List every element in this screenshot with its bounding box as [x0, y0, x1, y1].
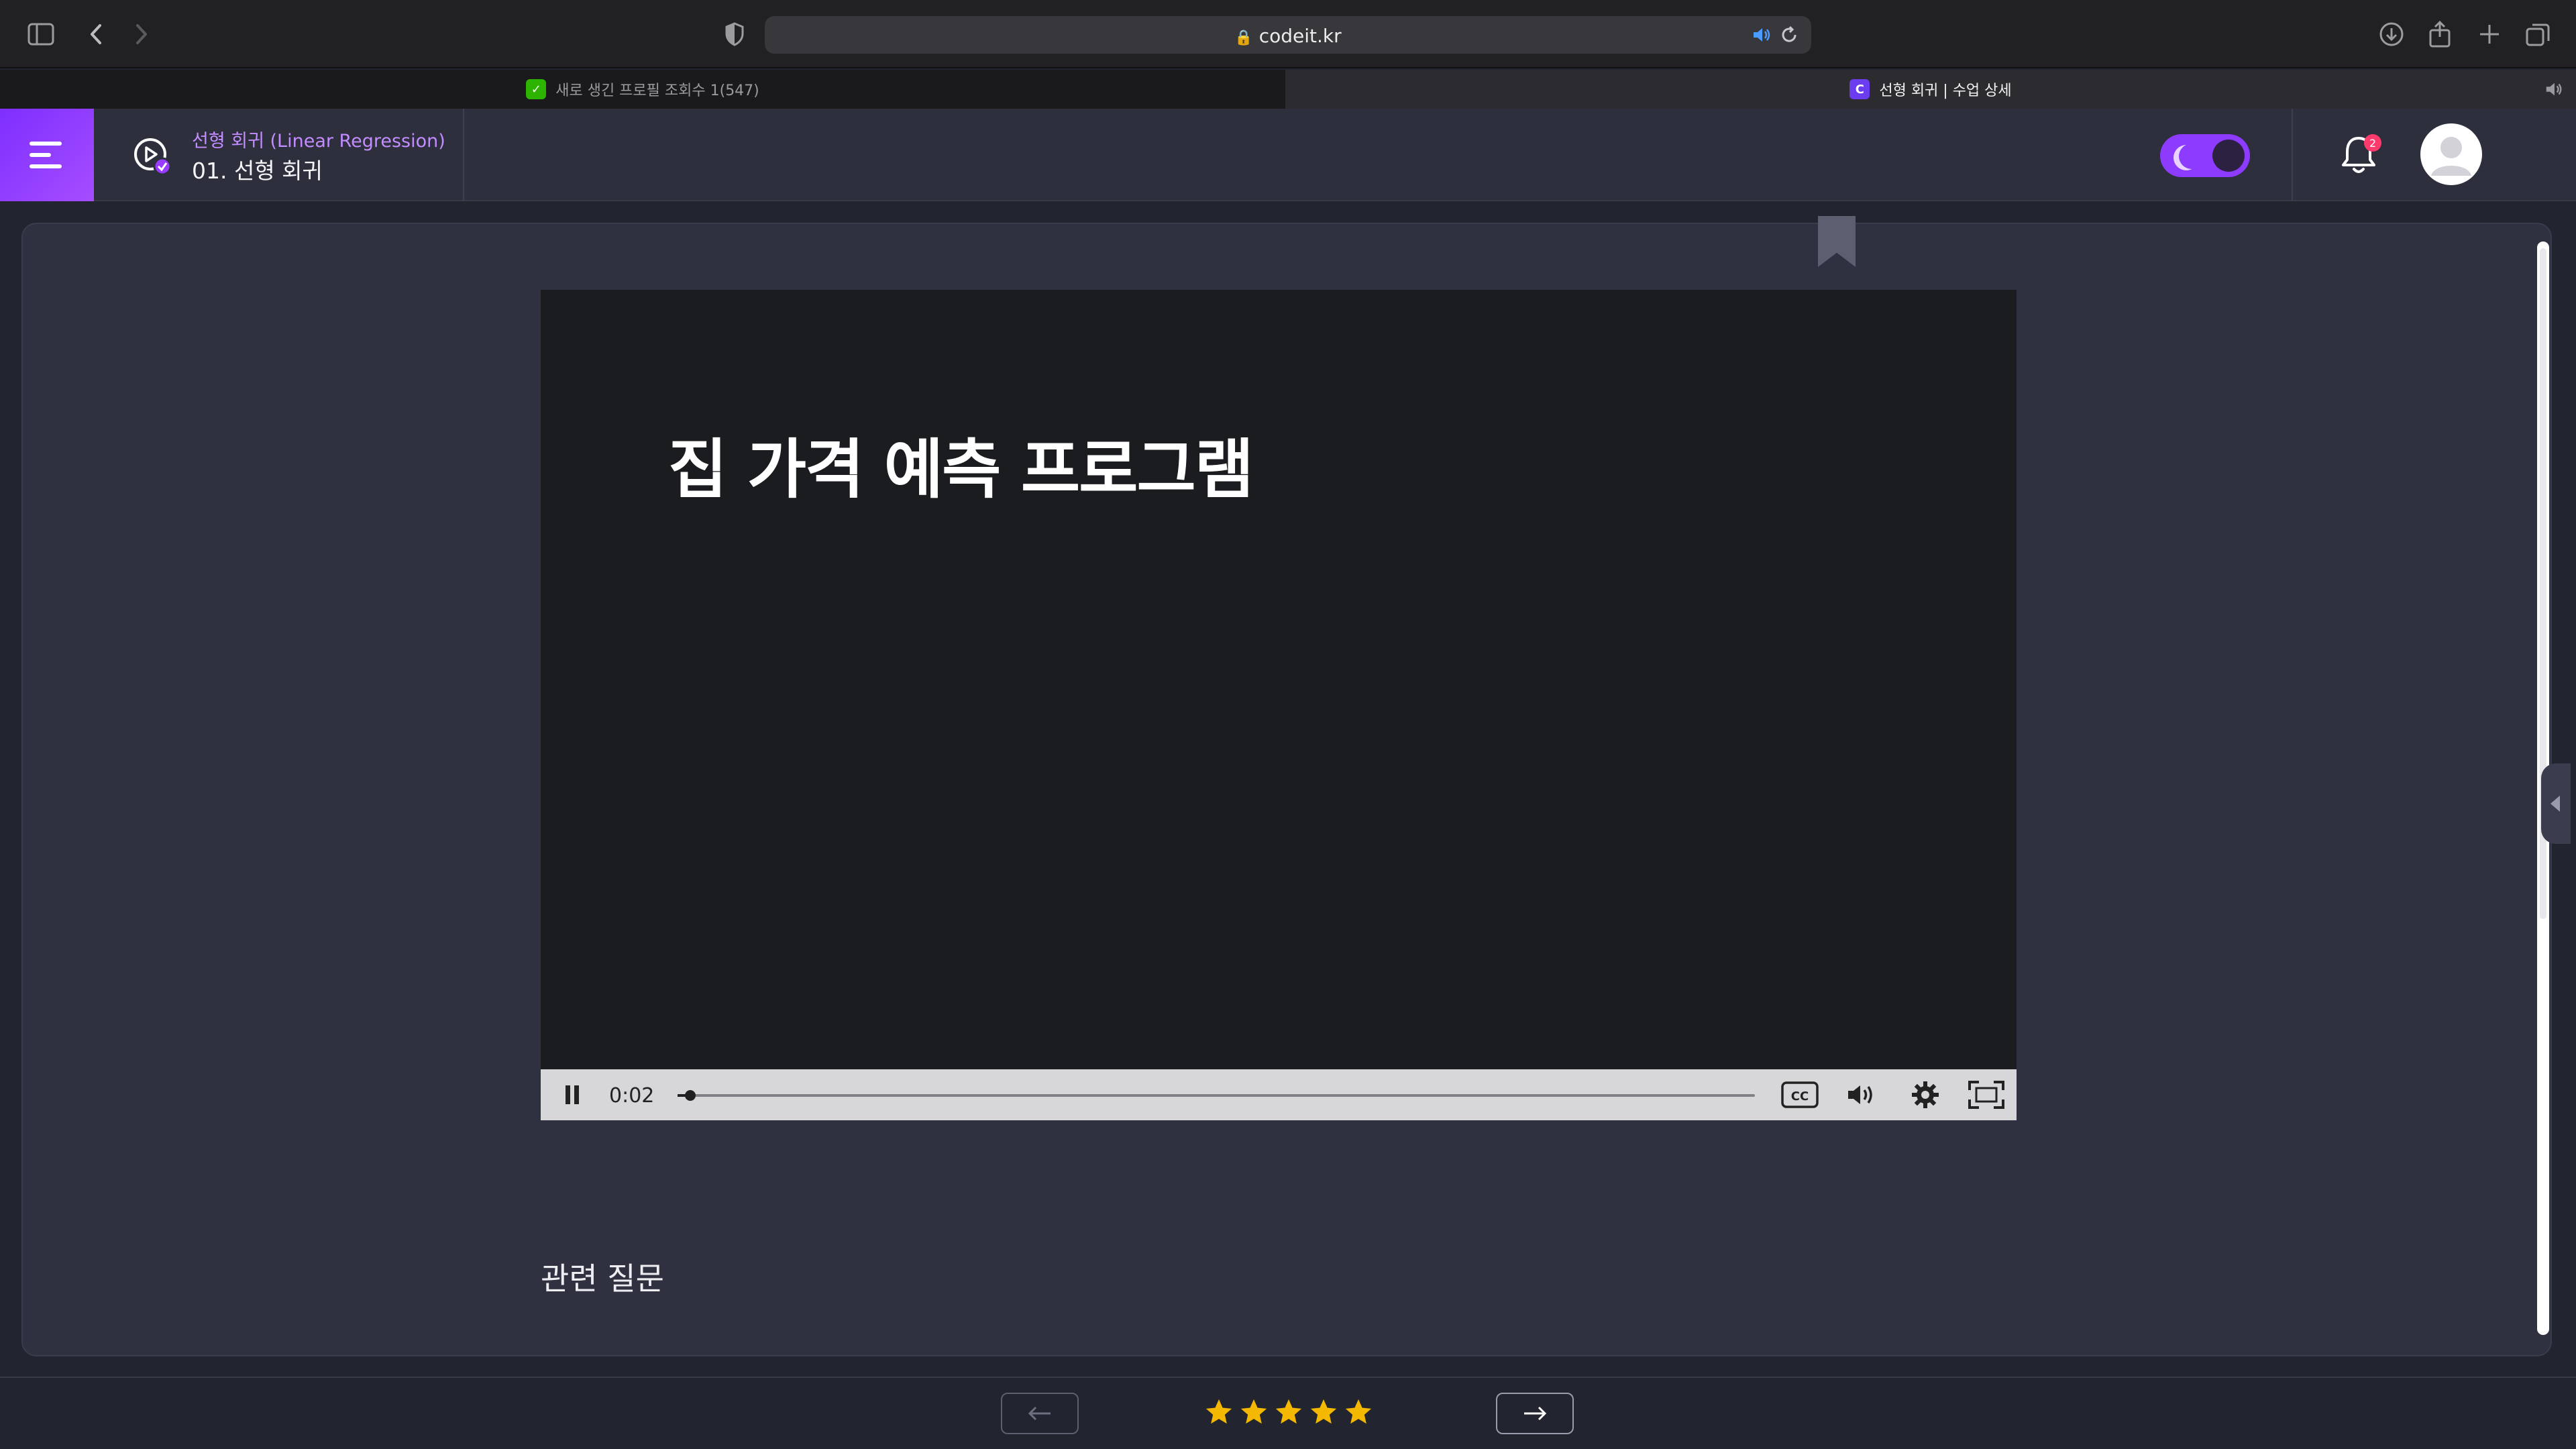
cc-icon: CC — [1781, 1081, 1819, 1108]
moon-icon — [2179, 144, 2204, 169]
previous-lesson-button[interactable] — [1001, 1393, 1079, 1434]
tab-title: 새로 생긴 프로필 조회수 1(547) — [555, 83, 759, 99]
tab-lesson-detail[interactable]: C 선형 회귀 | 수업 상세 — [1285, 70, 2576, 109]
avatar[interactable] — [2420, 123, 2482, 185]
video-slide-title: 집 가격 예측 프로그램 — [668, 432, 1254, 507]
progress-handle[interactable] — [685, 1090, 696, 1101]
svg-text:CC: CC — [1791, 1089, 1809, 1104]
menu-button[interactable] — [0, 109, 94, 201]
side-panel-handle[interactable] — [2541, 763, 2571, 844]
volume-button[interactable] — [1842, 1069, 1882, 1120]
back-icon[interactable] — [79, 17, 113, 51]
settings-button[interactable] — [1905, 1069, 1945, 1120]
tab-audio-icon[interactable] — [1751, 24, 1772, 48]
notification-button[interactable]: 2 — [2339, 133, 2383, 180]
arrow-left-icon — [1028, 1406, 1051, 1421]
profile-favicon-icon: ✓ — [526, 79, 547, 99]
address-text: 🔒 codeit.kr — [765, 25, 1811, 47]
next-lesson-button[interactable] — [1496, 1393, 1574, 1434]
tab-overview-icon[interactable] — [2521, 17, 2555, 51]
forward-icon[interactable] — [125, 17, 158, 51]
volume-icon — [1848, 1085, 1872, 1104]
progress-bar[interactable] — [678, 1090, 1755, 1101]
address-bar[interactable]: 🔒 codeit.kr — [765, 16, 1811, 54]
lesson-title: 01. 선형 회귀 — [192, 158, 323, 184]
video-lesson-icon — [131, 136, 172, 176]
star-icon[interactable] — [1343, 1397, 1374, 1428]
new-tab-icon[interactable] — [2473, 17, 2506, 51]
tab-title: 선형 회귀 | 수업 상세 — [1879, 83, 2012, 99]
toggle-knob — [2212, 140, 2245, 172]
fullscreen-button[interactable] — [1966, 1069, 2007, 1120]
course-title[interactable]: 선형 회귀 (Linear Regression) — [192, 126, 445, 152]
privacy-shield-icon[interactable] — [718, 17, 751, 51]
notification-badge: 2 — [2364, 134, 2381, 152]
menu-icon — [30, 142, 62, 146]
star-icon[interactable] — [1273, 1397, 1304, 1428]
header-divider — [463, 109, 464, 201]
video-player[interactable]: 집 가격 예측 프로그램 0:02 CC — [541, 290, 2017, 1120]
rating-stars[interactable] — [1203, 1397, 1374, 1428]
star-icon[interactable] — [1238, 1397, 1269, 1428]
codeit-favicon-icon: C — [1849, 79, 1870, 99]
tab-audio-icon[interactable] — [2544, 79, 2564, 103]
current-time: 0:02 — [609, 1084, 655, 1108]
dark-mode-toggle[interactable] — [2160, 134, 2250, 177]
url-text: codeit.kr — [1258, 25, 1342, 47]
header-divider — [2292, 109, 2293, 201]
video-controls: 0:02 CC — [541, 1069, 2017, 1120]
related-questions-title: 관련 질문 — [541, 1260, 664, 1297]
chevron-left-icon — [2551, 796, 2560, 812]
app-header: 선형 회귀 (Linear Regression) 01. 선형 회귀 2 — [0, 109, 2576, 201]
tab-profile-views[interactable]: ✓ 새로 생긴 프로필 조회수 1(547) — [0, 70, 1285, 109]
star-icon[interactable] — [1203, 1397, 1234, 1428]
fullscreen-icon — [1968, 1081, 2004, 1109]
captions-button[interactable]: CC — [1779, 1069, 1821, 1120]
sidebar-toggle-icon[interactable] — [24, 17, 58, 51]
gear-icon — [1912, 1081, 1939, 1108]
tabs-bar: ✓ 새로 생긴 프로필 조회수 1(547) C 선형 회귀 | 수업 상세 — [0, 70, 2576, 109]
lock-icon: 🔒 — [1234, 30, 1253, 46]
pause-icon — [566, 1085, 579, 1104]
arrow-right-icon — [1524, 1406, 1547, 1421]
downloads-icon[interactable] — [2375, 17, 2408, 51]
user-avatar-icon — [2422, 125, 2481, 184]
share-icon[interactable] — [2423, 17, 2457, 51]
reload-icon[interactable] — [1779, 24, 1799, 48]
star-icon[interactable] — [1308, 1397, 1339, 1428]
lesson-footer — [0, 1377, 2576, 1449]
pause-button[interactable] — [555, 1069, 589, 1120]
browser-toolbar: 🔒 codeit.kr — [0, 0, 2576, 68]
